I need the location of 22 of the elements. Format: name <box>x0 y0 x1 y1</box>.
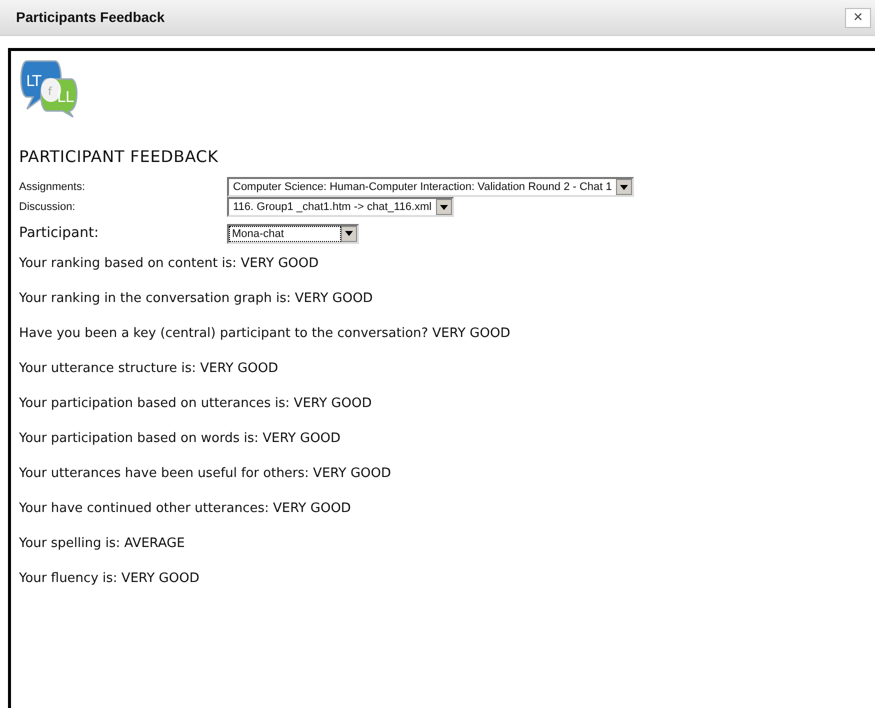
feedback-line: Your participation based on utterances is: VERY GOOD <box>19 395 373 413</box>
field-label: Assignments: <box>19 180 86 195</box>
dropdown[interactable]: Mona-chat <box>227 224 359 244</box>
feedback-line: Your ranking based on content is: VERY GOOD <box>19 255 320 273</box>
feedback-line: Your fluency is: VERY GOOD <box>19 570 200 588</box>
field-label: Participant: <box>19 224 100 243</box>
close-button[interactable]: × <box>845 8 871 28</box>
feedback-line: Your have continued other utterances: VERY GOOD <box>19 500 352 518</box>
caret-icon <box>616 179 632 195</box>
dropdown[interactable]: 116. Group1 _chat1.htm -> chat_116.xml <box>227 197 454 217</box>
feedback-line: Your participation based on words is: VERY GOOD <box>19 430 342 448</box>
feedback-line: Your ranking in the conversation graph is: VERY GOOD <box>19 290 374 308</box>
feedback-line: Your utterance structure is: VERY GOOD <box>19 360 280 378</box>
window-title: Participants Feedback <box>16 8 165 27</box>
dropdown[interactable]: Computer Science: Human-Computer Interaction: Validation Round 2 - Chat 1 <box>227 177 634 197</box>
feedback-line: Your spelling is: AVERAGE <box>19 535 186 553</box>
feedback-line: Have you been a key (central) participant to the conversation? VERY GOOD <box>19 325 512 343</box>
caret-icon <box>436 199 452 215</box>
field-label: Discussion: <box>19 200 76 215</box>
feedback-line: Your utterances have been useful for others: VERY GOOD <box>19 465 392 483</box>
caret-icon <box>341 226 357 242</box>
page-heading: PARTICIPANT FEEDBACK <box>19 146 220 168</box>
